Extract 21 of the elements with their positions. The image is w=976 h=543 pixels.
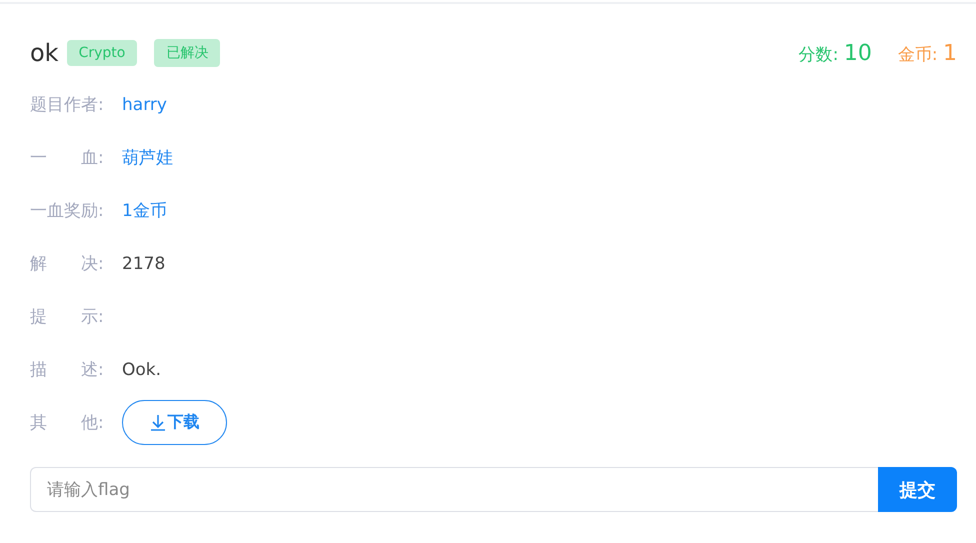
field-label: 题目作者: bbox=[30, 94, 105, 116]
field-label: 一 血: bbox=[30, 147, 105, 169]
field-label: 解 决: bbox=[30, 253, 105, 275]
field-link[interactable]: harry bbox=[122, 94, 167, 114]
challenge-title: ok bbox=[30, 39, 59, 67]
coins: 金币: 1 bbox=[898, 40, 957, 66]
field-label: 描 述: bbox=[30, 359, 105, 381]
score: 分数: 10 bbox=[798, 40, 872, 66]
field-label: 其 他: bbox=[30, 412, 105, 434]
field-link[interactable]: 葫芦娃 bbox=[122, 146, 173, 169]
field-link[interactable]: 1金币 bbox=[122, 199, 167, 222]
tag: 已解决 bbox=[154, 39, 220, 67]
field-value: 2178 bbox=[122, 254, 166, 274]
download-button[interactable]: 下载 bbox=[122, 400, 227, 445]
download-icon bbox=[150, 414, 166, 431]
field-value: Ook. bbox=[122, 360, 162, 380]
field-label: 一血奖励: bbox=[30, 200, 105, 222]
field-label: 提 示: bbox=[30, 306, 105, 328]
tag: Crypto bbox=[66, 40, 138, 66]
flag-input[interactable]: 请输入flag bbox=[30, 467, 878, 512]
submit-button[interactable]: 提交 bbox=[878, 467, 957, 512]
